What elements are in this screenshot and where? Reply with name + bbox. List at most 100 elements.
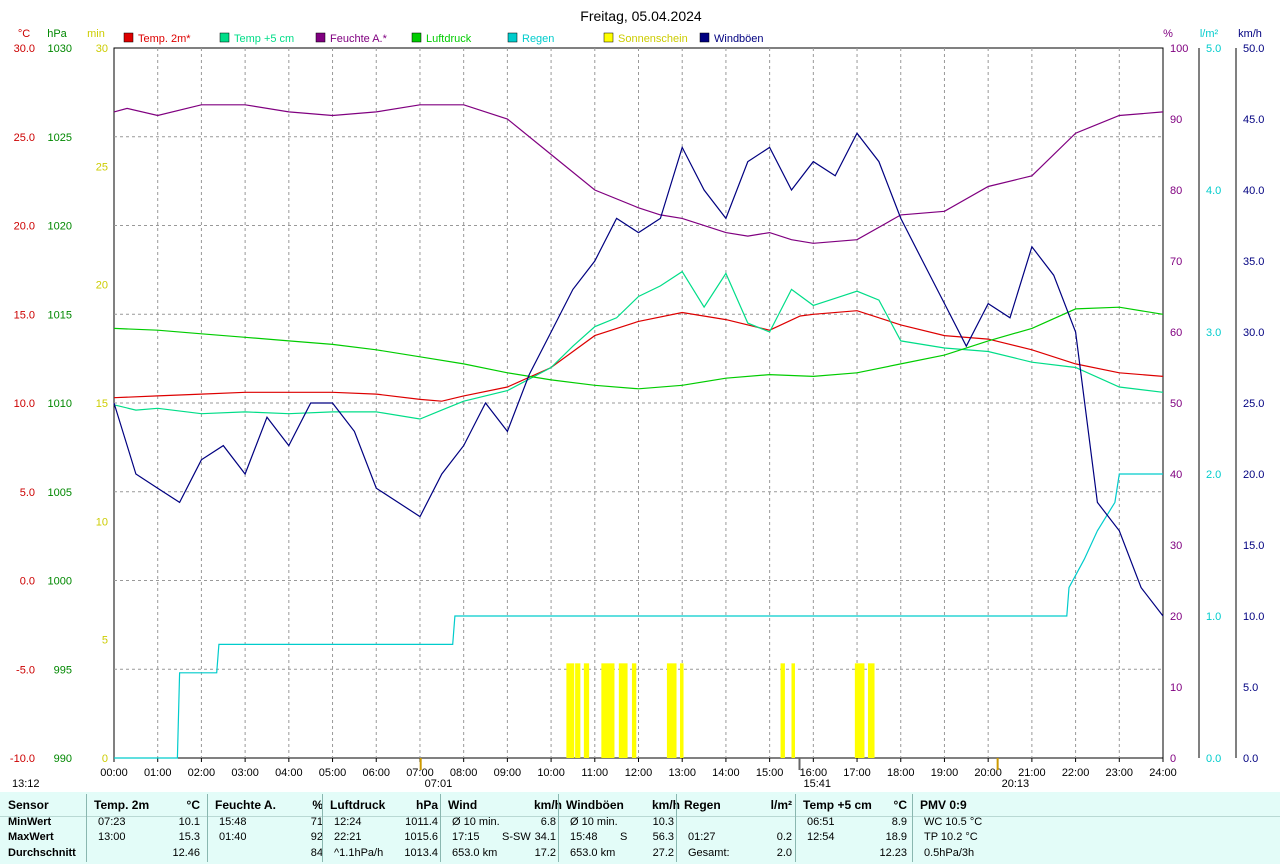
x-tick-label: 18:00 [887, 767, 915, 779]
sun-axis-tick-label: 20 [96, 280, 108, 292]
stats-avg-time: 653.0 km [452, 847, 498, 859]
temp-axis-tick-label: 20.0 [14, 221, 35, 233]
stats-max-value: 92 [310, 831, 323, 843]
humidity-axis-tick-label: 50 [1170, 398, 1182, 410]
stats-max-time: 01:27 [688, 831, 716, 843]
stats-col-sep [86, 794, 87, 862]
stats-col-unit: km/h [652, 798, 681, 812]
sun-axis-tick-label: 5 [102, 635, 108, 647]
stats-col-title: Regen [684, 798, 721, 812]
temp-axis-tick-label: 30.0 [14, 43, 35, 55]
stats-avg-value: 84 [310, 847, 323, 859]
rain-axis-tick-label: 1.0 [1206, 611, 1221, 623]
stats-col-unit: °C [893, 798, 907, 812]
stats-col-unit: °C [186, 798, 200, 812]
stats-col-title: PMV 0:9 [920, 798, 967, 812]
sun-axis-tick-label: 25 [96, 161, 108, 173]
stats-avg-value: 1013.4 [404, 847, 438, 859]
stats-col-sep [207, 794, 208, 862]
temp-axis-tick-label: -5.0 [16, 664, 35, 676]
humidity-axis-tick-label: 80 [1170, 185, 1182, 197]
stats-col-title: Temp. 2m [94, 798, 150, 812]
stats-max-time: 13:00 [98, 831, 126, 843]
pressure-axis-tick-label: 990 [54, 753, 72, 765]
x-tick-label: 15:00 [756, 767, 784, 779]
stats-col-title: Temp +5 cm [803, 798, 872, 812]
series-sonnenschein-bar [601, 663, 615, 758]
stats-panel: Sensor MinWert MaxWert Durchschnitt Temp… [0, 792, 1280, 864]
series-sonnenschein-bar [666, 663, 677, 758]
rain-axis-tick-label: 4.0 [1206, 185, 1221, 197]
stats-min-time: 06:51 [807, 816, 835, 828]
stats-min-time: Ø 10 min. [452, 816, 500, 828]
stats-min-value: 10.3 [652, 816, 674, 828]
wind-axis-tick-label: 0.0 [1243, 753, 1258, 765]
wind-axis-tick-label: 35.0 [1243, 256, 1264, 268]
stats-col-unit: % [312, 798, 323, 812]
stats-col-sep [440, 794, 441, 862]
humidity-axis-tick-label: 100 [1170, 43, 1188, 55]
series-sonnenschein-bar [583, 663, 590, 758]
marker-culmination-label: 15:41 [803, 778, 831, 790]
stats-max-value: 18.9 [885, 831, 907, 843]
wind-axis-tick-label: 50.0 [1243, 43, 1264, 55]
legend-label: Feuchte A.* [330, 33, 388, 45]
marker-sunset-label: 20:13 [1002, 778, 1030, 790]
stats-row-label-max: MaxWert [8, 831, 54, 843]
legend-swatch [603, 32, 614, 43]
stats-max-time: 17:15 [452, 831, 480, 843]
stats-col-sep [322, 794, 323, 862]
x-tick-label: 01:00 [144, 767, 172, 779]
wind-axis-tick-label: 5.0 [1243, 682, 1258, 694]
pressure-axis-tick-label: 1015 [48, 309, 72, 321]
pressure-axis-unit: hPa [47, 28, 67, 40]
humidity-axis-tick-label: 70 [1170, 256, 1182, 268]
series-sonnenschein-bar [618, 663, 628, 758]
pressure-axis-tick-label: 1010 [48, 398, 72, 410]
series-sonnenschein-bar [867, 663, 875, 758]
wind-axis-tick-label: 45.0 [1243, 114, 1264, 126]
x-tick-label: 09:00 [494, 767, 522, 779]
stats-min-value: 1011.4 [405, 816, 438, 828]
series-sonnenschein-bar [566, 663, 575, 758]
humidity-axis-tick-label: 60 [1170, 327, 1182, 339]
series-sonnenschein-bar [791, 663, 795, 758]
stats-avg-time: ^1.1hPa/h [334, 847, 384, 859]
stats-avg-time: Gesamt: [688, 847, 730, 859]
stats-min-value: 10.1 [178, 816, 200, 828]
legend-label: Temp. 2m* [138, 33, 191, 45]
stats-avg-value: 12.46 [172, 847, 200, 859]
stats-col-title: Windböen [566, 798, 624, 812]
temp-axis-tick-label: -10.0 [10, 753, 35, 765]
x-tick-label: 17:00 [843, 767, 871, 779]
stats-min-time: WC 10.5 °C [924, 816, 983, 828]
stats-row-label-min: MinWert [8, 816, 52, 828]
temp-axis-unit: °C [18, 28, 30, 40]
stats-avg-time: 653.0 km [570, 847, 616, 859]
stats-avg-value: 12.23 [879, 847, 907, 859]
x-tick-label: 23:00 [1106, 767, 1134, 779]
stats-max-time: 01:40 [219, 831, 247, 843]
legend-label: Sonnenschein [618, 33, 688, 45]
legend-swatch [219, 32, 230, 43]
chart-legend: Temp. 2m* Temp +5 cm Feuchte A.* Luftdruck R… [123, 32, 764, 45]
x-tick-label: 04:00 [275, 767, 303, 779]
stats-avg-value: 17.2 [534, 847, 556, 859]
legend-label: Luftdruck [426, 33, 472, 45]
series-sonnenschein-bar [575, 663, 581, 758]
rain-axis-tick-label: 2.0 [1206, 469, 1221, 481]
sun-axis-tick-label: 15 [96, 398, 108, 410]
legend-swatch [507, 32, 518, 43]
marker-start-label: 13:12 [12, 778, 40, 790]
x-tick-label: 06:00 [362, 767, 390, 779]
wind-axis-tick-label: 30.0 [1243, 327, 1264, 339]
humidity-axis-tick-label: 30 [1170, 540, 1182, 552]
sun-axis-tick-label: 10 [96, 516, 108, 528]
pressure-axis-tick-label: 1000 [48, 576, 72, 588]
legend-swatch [123, 32, 134, 43]
x-tick-label: 00:00 [100, 767, 128, 779]
stats-min-time: 15:48 [219, 816, 247, 828]
x-tick-label: 13:00 [668, 767, 696, 779]
stats-min-value: 8.9 [891, 816, 907, 828]
temp-axis-tick-label: 0.0 [20, 576, 35, 588]
